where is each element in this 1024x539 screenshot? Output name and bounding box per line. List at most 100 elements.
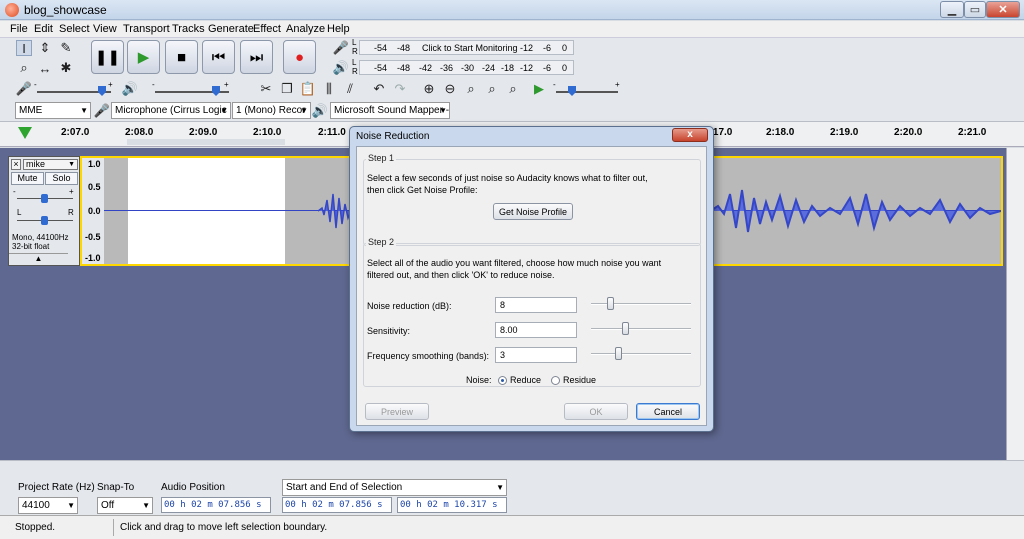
multi-tool-icon[interactable]: ✱ <box>58 60 74 76</box>
input-channels-select[interactable]: 1 (Mono) Recor ▼ <box>232 102 311 119</box>
step1-label: Step 1 <box>366 153 397 163</box>
menu-tracks[interactable]: Tracks <box>172 23 205 35</box>
noise-reduction-input[interactable]: 8 <box>495 297 577 313</box>
copy-icon[interactable]: ❐ <box>279 81 295 97</box>
trim-icon[interactable]: ⫼ <box>321 81 337 97</box>
menu-analyze[interactable]: Analyze <box>286 23 325 35</box>
residue-radio-label[interactable]: Residue <box>563 374 596 386</box>
play-button[interactable]: ▶ <box>127 40 160 74</box>
close-icon[interactable]: ✕ <box>986 1 1020 18</box>
audio-host-select[interactable]: MME ▼ <box>15 102 91 119</box>
skip-end-button[interactable]: ⏭ <box>240 40 273 74</box>
audio-position-field[interactable]: 00 h 02 m 07.856 s <box>161 497 271 513</box>
paste-icon[interactable]: 📋 <box>300 81 316 97</box>
sensitivity-input[interactable]: 8.00 <box>495 322 577 338</box>
residue-radio[interactable] <box>551 376 560 385</box>
silence-icon[interactable]: ⫽ <box>342 81 358 97</box>
stop-button[interactable]: ■ <box>165 40 198 74</box>
project-rate-select[interactable]: 44100 ▼ <box>18 497 78 514</box>
mute-button[interactable]: Mute <box>11 172 44 185</box>
menu-effect[interactable]: Effect <box>253 23 281 35</box>
status-hint: Click and drag to move left selection bo… <box>120 522 328 533</box>
skip-start-button[interactable]: ⏮ <box>202 40 235 74</box>
draw-tool-icon[interactable]: ✎ <box>58 40 74 56</box>
record-meter-mic-icon[interactable]: 🎤 <box>333 40 349 56</box>
record-meter-tick: -6 <box>543 43 552 53</box>
record-button[interactable]: ● <box>283 40 316 74</box>
play-speed-thumb[interactable] <box>568 86 576 96</box>
zoom-tool-icon[interactable]: ⌕ <box>16 60 32 76</box>
chevron-down-icon: ▼ <box>67 501 75 510</box>
zoom-toggle-icon[interactable]: ⌕ <box>505 81 521 97</box>
speaker-slider-minus: - <box>152 80 155 89</box>
menu-generate[interactable]: Generate <box>208 23 254 35</box>
pause-button[interactable]: ❚❚ <box>91 40 124 74</box>
chevron-down-icon: ▼ <box>68 161 75 168</box>
track-name-menu[interactable]: mike ▼ <box>23 159 78 170</box>
output-device-select[interactable]: Microsoft Sound Mapper - ▼ <box>330 102 450 119</box>
chevron-down-icon: ▼ <box>220 106 228 115</box>
y-tick: 0.0 <box>88 206 101 216</box>
play-head-icon[interactable] <box>18 127 32 139</box>
preview-button[interactable]: Preview <box>365 403 429 420</box>
selection-mode-select[interactable]: Start and End of Selection ▼ <box>282 479 507 496</box>
cut-icon[interactable]: ✂ <box>258 81 274 97</box>
gain-plus: + <box>69 187 74 196</box>
menu-select[interactable]: Select <box>59 23 90 35</box>
noise-reduction-slider[interactable] <box>591 303 691 305</box>
reduce-radio-label[interactable]: Reduce <box>510 374 541 386</box>
ruler-tick: 2:08.0 <box>125 127 154 138</box>
input-device-select[interactable]: Microphone (Cirrus Logic ▼ <box>111 102 231 119</box>
sensitivity-thumb[interactable] <box>622 322 629 335</box>
menu-view[interactable]: View <box>93 23 117 35</box>
ruler-tick: 2:10.0 <box>253 127 282 138</box>
timeshift-tool-icon[interactable]: ↔ <box>37 60 53 76</box>
speaker-volume-thumb[interactable] <box>212 86 220 96</box>
zoom-in-icon[interactable]: ⊕ <box>421 81 437 97</box>
play-at-speed-icon[interactable]: ▶ <box>531 81 547 97</box>
frequency-smoothing-thumb[interactable] <box>615 347 622 360</box>
step2-label: Step 2 <box>366 237 397 247</box>
gain-slider-thumb[interactable] <box>41 194 48 203</box>
window-title: blog_showcase <box>24 3 107 17</box>
get-noise-profile-button[interactable]: Get Noise Profile <box>493 203 573 220</box>
menu-transport[interactable]: Transport <box>123 23 170 35</box>
selection-end-field[interactable]: 00 h 02 m 10.317 s <box>397 497 507 513</box>
vertical-scrollbar[interactable] <box>1006 148 1024 460</box>
play-meter-speaker-icon[interactable]: 🔊 <box>333 60 349 76</box>
chevron-down-icon: ▼ <box>142 501 150 510</box>
selection-start-field[interactable]: 00 h 02 m 07.856 s <box>282 497 392 513</box>
minimize-icon[interactable]: ▁ <box>940 1 964 18</box>
dialog-close-icon[interactable]: x <box>672 128 708 142</box>
solo-button[interactable]: Solo <box>45 172 78 185</box>
undo-icon[interactable]: ↶ <box>371 81 387 97</box>
frequency-smoothing-slider[interactable] <box>591 353 691 355</box>
fit-project-icon[interactable]: ⌕ <box>484 81 500 97</box>
maximize-icon[interactable]: ▭ <box>964 1 986 18</box>
selection-region[interactable] <box>128 158 285 264</box>
track-close-icon[interactable]: × <box>11 159 21 170</box>
play-speed-plus: + <box>615 80 620 89</box>
ok-button[interactable]: OK <box>564 403 628 420</box>
selection-tool-icon[interactable]: I <box>16 40 32 56</box>
fit-selection-icon[interactable]: ⌕ <box>463 81 479 97</box>
snap-to-select[interactable]: Off ▼ <box>97 497 153 514</box>
collapse-track-icon[interactable]: ▲ <box>9 253 68 265</box>
play-speed-slider[interactable] <box>556 91 618 93</box>
redo-icon[interactable]: ↷ <box>392 81 408 97</box>
record-meter[interactable]: -54 -48 Click to Start Monitoring -12 -6… <box>359 40 574 55</box>
menu-edit[interactable]: Edit <box>34 23 53 35</box>
noise-reduction-thumb[interactable] <box>607 297 614 310</box>
pan-slider-thumb[interactable] <box>41 216 48 225</box>
reduce-radio[interactable] <box>498 376 507 385</box>
mic-volume-thumb[interactable] <box>98 86 106 96</box>
envelope-tool-icon[interactable]: ⇕ <box>37 40 53 56</box>
playback-meter[interactable]: -54 -48 -42 -36 -30 -24 -18 -12 -6 0 <box>359 60 574 75</box>
zoom-out-icon[interactable]: ⊖ <box>442 81 458 97</box>
menu-file[interactable]: File <box>10 23 28 35</box>
frequency-smoothing-input[interactable]: 3 <box>495 347 577 363</box>
cancel-button[interactable]: Cancel <box>636 403 700 420</box>
menu-help[interactable]: Help <box>327 23 350 35</box>
dialog-title: Noise Reduction <box>356 131 430 142</box>
sensitivity-slider[interactable] <box>591 328 691 330</box>
